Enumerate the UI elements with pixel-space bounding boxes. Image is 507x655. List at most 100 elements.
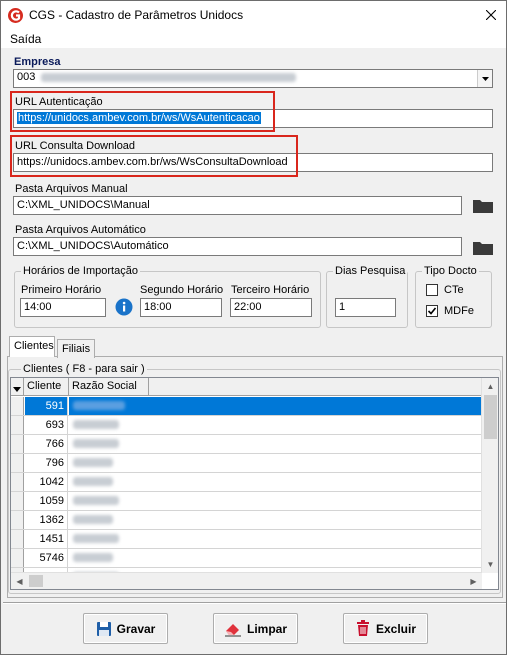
table-row[interactable]: 1059: [11, 492, 482, 511]
clientes-grid[interactable]: Cliente Razão Social 591 693 766 796 1042 105…: [10, 377, 499, 590]
mdfe-checkbox[interactable]: [426, 305, 438, 317]
row-indicator[interactable]: [11, 511, 24, 529]
trash-icon: [356, 620, 369, 636]
dias-title: Dias Pesquisa: [333, 265, 408, 277]
table-row[interactable]: 766: [11, 435, 482, 454]
scroll-up-icon[interactable]: ▲: [482, 378, 498, 395]
sort-down-icon: [13, 387, 21, 392]
excluir-button[interactable]: Excluir: [343, 613, 428, 644]
razao-social-redacted: [73, 496, 119, 505]
tab-filiais[interactable]: Filiais: [57, 339, 95, 358]
row-indicator[interactable]: [11, 530, 24, 548]
row-indicator[interactable]: [11, 416, 24, 434]
cliente-cell[interactable]: 1059: [25, 492, 68, 510]
tab-clientes[interactable]: Clientes: [9, 336, 55, 357]
title-bar: CGS - Cadastro de Parâmetros Unidocs: [1, 1, 506, 29]
row-indicator[interactable]: [11, 435, 24, 453]
terceiro-horario-value: 22:00: [234, 301, 262, 313]
cliente-cell[interactable]: 766: [25, 435, 68, 453]
cliente-cell[interactable]: 796: [25, 454, 68, 472]
horarios-title: Horários de Importação: [21, 265, 140, 277]
segundo-horario-value: 18:00: [144, 301, 172, 313]
pasta-auto-label: Pasta Arquivos Automático: [15, 224, 146, 236]
cliente-cell[interactable]: 1362: [25, 511, 68, 529]
url-download-input[interactable]: https://unidocs.ambev.com.br/ws/WsConsul…: [13, 153, 493, 172]
tab-filiais-label: Filiais: [62, 343, 91, 355]
pasta-auto-value: C:\XML_UNIDOCS\Automático: [17, 240, 169, 252]
close-button[interactable]: [476, 1, 506, 29]
table-row[interactable]: 1362: [11, 511, 482, 530]
table-row[interactable]: 1042: [11, 473, 482, 492]
razao-social-redacted: [73, 534, 119, 543]
tipo-docto-group: Tipo Docto: [415, 265, 492, 328]
empresa-code: 003: [17, 71, 36, 83]
row-indicator[interactable]: [11, 549, 24, 567]
table-row[interactable]: 591: [11, 397, 482, 416]
row-indicator[interactable]: [11, 492, 24, 510]
col-cliente-header[interactable]: Cliente: [24, 378, 69, 395]
row-indicator[interactable]: [11, 473, 24, 491]
horizontal-scrollbar[interactable]: ◀ ▶: [11, 572, 482, 589]
empresa-name-redacted: [41, 72, 297, 82]
scroll-down-icon[interactable]: ▼: [482, 556, 498, 573]
cliente-cell[interactable]: 591: [25, 397, 68, 415]
primeiro-horario-input[interactable]: 14:00: [20, 298, 106, 317]
limpar-button[interactable]: Limpar: [213, 613, 298, 644]
cliente-cell[interactable]: 693: [25, 416, 68, 434]
grid-header-indicator: [11, 378, 24, 395]
info-icon[interactable]: [115, 298, 133, 316]
razao-social-redacted: [73, 515, 113, 524]
cliente-cell[interactable]: 1451: [25, 530, 68, 548]
razao-social-redacted: [73, 401, 125, 410]
primeiro-horario-value: 14:00: [24, 301, 52, 313]
mdfe-label: MDFe: [444, 305, 474, 317]
url-auth-label: URL Autenticação: [15, 96, 103, 108]
table-row[interactable]: 5746: [11, 549, 482, 568]
checkmark-icon: [427, 307, 437, 315]
eraser-icon: [224, 623, 241, 636]
grid-header: Cliente Razão Social: [11, 378, 482, 396]
cte-label: CTe: [444, 284, 464, 296]
row-indicator[interactable]: [11, 454, 24, 472]
chevron-down-icon: [481, 76, 489, 81]
razao-social-redacted: [73, 477, 113, 486]
row-indicator[interactable]: [11, 397, 24, 415]
tab-clientes-label: Clientes: [14, 340, 54, 352]
url-auth-input[interactable]: https://unidocs.ambev.com.br/ws/WsAutent…: [13, 109, 493, 128]
dias-input[interactable]: 1: [335, 298, 396, 317]
empresa-select[interactable]: 003: [13, 69, 493, 88]
app-logo-icon: [8, 8, 23, 23]
segundo-horario-input[interactable]: 18:00: [140, 298, 222, 317]
terceiro-horario-label: Terceiro Horário: [231, 284, 310, 296]
table-row[interactable]: 796: [11, 454, 482, 473]
cte-checkbox[interactable]: [426, 284, 438, 296]
vertical-scroll-thumb[interactable]: [484, 395, 497, 439]
empresa-dropdown-button[interactable]: [477, 70, 492, 87]
url-auth-value: https://unidocs.ambev.com.br/ws/WsAutent…: [17, 112, 261, 124]
menu-saida[interactable]: Saída: [10, 32, 41, 46]
pasta-manual-input[interactable]: C:\XML_UNIDOCS\Manual: [13, 196, 462, 215]
menu-bar: Saída: [1, 29, 506, 48]
main-window: CGS - Cadastro de Parâmetros Unidocs Saí…: [0, 0, 507, 655]
bottom-separator: [3, 602, 506, 604]
close-icon: [486, 10, 496, 20]
pasta-auto-input[interactable]: C:\XML_UNIDOCS\Automático: [13, 237, 462, 256]
gravar-label: Gravar: [116, 621, 156, 636]
scroll-left-icon[interactable]: ◀: [11, 573, 28, 589]
excluir-label: Excluir: [375, 621, 417, 636]
razao-social-redacted: [73, 439, 119, 448]
horizontal-scroll-thumb[interactable]: [29, 575, 43, 587]
url-download-label: URL Consulta Download: [15, 140, 136, 152]
folder-icon[interactable]: [472, 197, 494, 215]
col-razao-header[interactable]: Razão Social: [69, 378, 149, 395]
terceiro-horario-input[interactable]: 22:00: [230, 298, 312, 317]
scroll-right-icon[interactable]: ▶: [465, 573, 482, 589]
window-title: CGS - Cadastro de Parâmetros Unidocs: [29, 8, 244, 22]
gravar-button[interactable]: Gravar: [83, 613, 168, 644]
vertical-scrollbar[interactable]: ▲ ▼: [481, 378, 498, 573]
folder-icon[interactable]: [472, 239, 494, 257]
table-row[interactable]: 693: [11, 416, 482, 435]
cliente-cell[interactable]: 5746: [25, 549, 68, 567]
table-row[interactable]: 1451: [11, 530, 482, 549]
cliente-cell[interactable]: 1042: [25, 473, 68, 491]
